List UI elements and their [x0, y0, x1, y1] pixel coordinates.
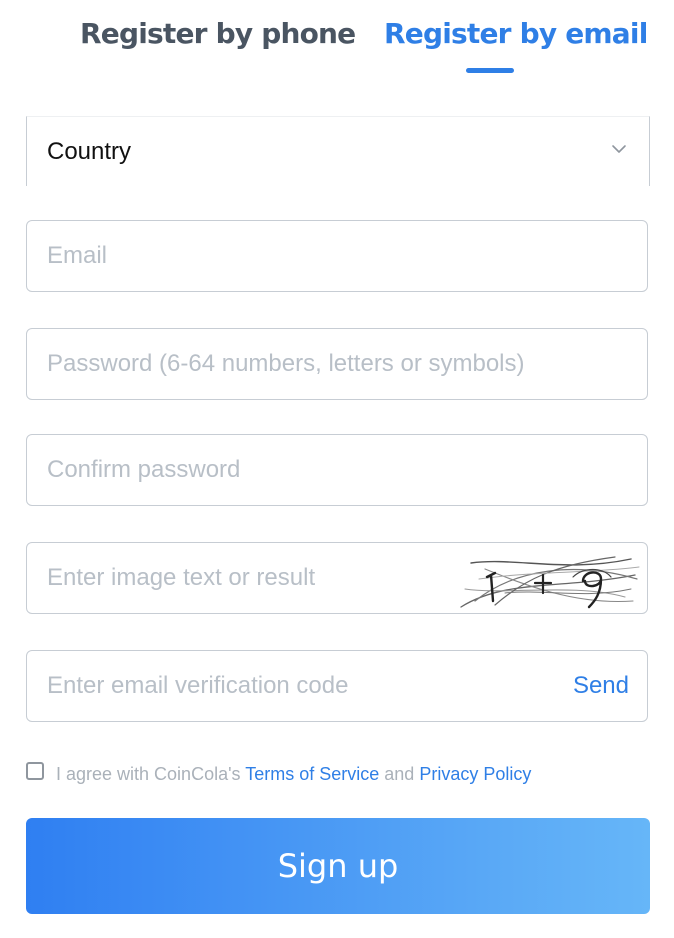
confirm-password-input[interactable]: [47, 435, 627, 505]
tab-register-by-phone[interactable]: Register by phone: [80, 16, 356, 52]
country-select[interactable]: Country: [26, 116, 650, 186]
terms-of-service-link[interactable]: Terms of Service: [245, 764, 379, 784]
password-field: [26, 328, 648, 400]
chevron-down-icon: [612, 145, 626, 153]
captcha-image[interactable]: [455, 549, 641, 609]
confirm-password-field: [26, 434, 648, 506]
image-code-field: [26, 542, 648, 614]
email-input[interactable]: [47, 221, 627, 291]
tab-register-by-email[interactable]: Register by email: [384, 16, 648, 52]
agreement-text: I agree with CoinCola's Terms of Service…: [56, 762, 531, 786]
sign-up-button[interactable]: Sign up: [26, 818, 650, 914]
send-code-button[interactable]: Send: [573, 669, 629, 703]
privacy-policy-link[interactable]: Privacy Policy: [419, 764, 531, 784]
image-code-input[interactable]: [47, 543, 437, 613]
agreement-conjunction: and: [384, 764, 415, 784]
agreement-prefix: I agree with CoinCola's: [56, 764, 241, 784]
email-code-input[interactable]: [47, 651, 527, 721]
register-tabs: Register by phone Register by email: [0, 0, 674, 80]
password-input[interactable]: [47, 329, 627, 399]
agreement-checkbox[interactable]: [26, 762, 44, 780]
country-select-value: Country: [47, 138, 132, 165]
email-code-field: Send: [26, 650, 648, 722]
email-field: [26, 220, 648, 292]
active-tab-indicator: [466, 68, 514, 73]
